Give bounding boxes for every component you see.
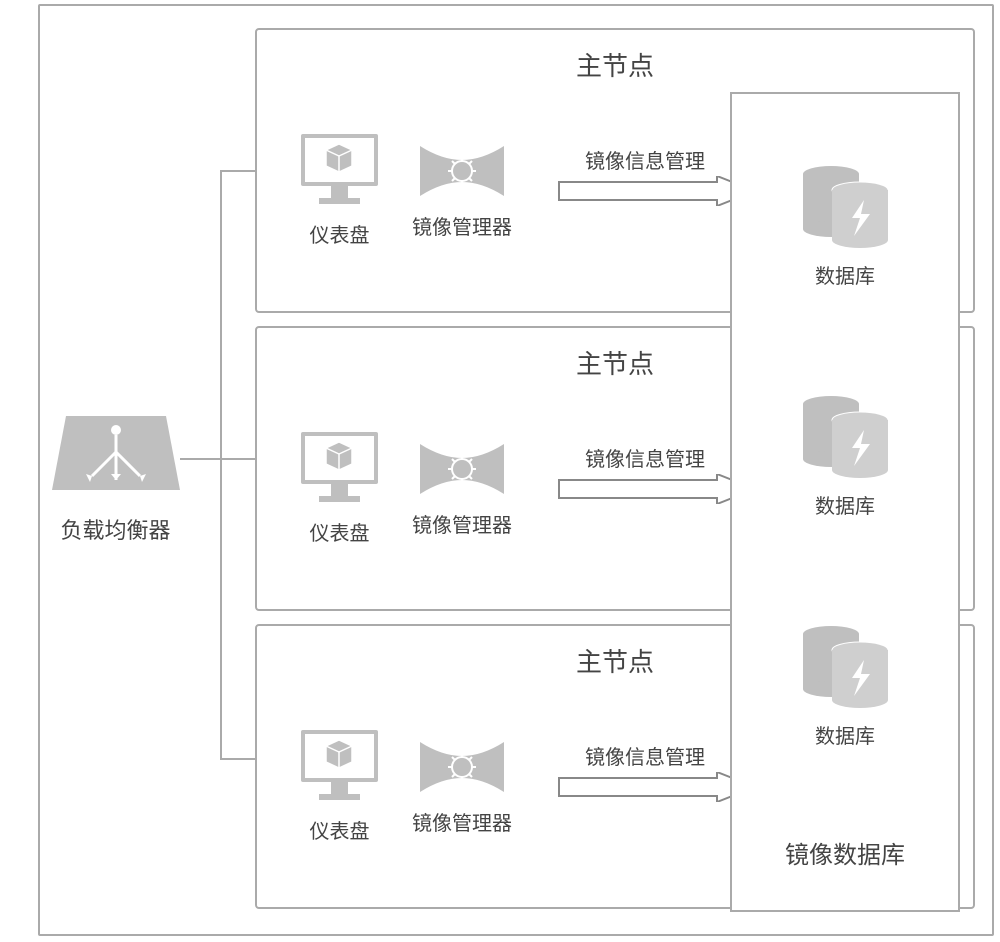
arrow-block: 镜像信息管理 — [557, 443, 757, 509]
database-icon — [798, 624, 893, 709]
load-balancer: 负载均衡器 — [38, 408, 193, 545]
arrow-icon — [557, 176, 757, 206]
node-title: 主节点 — [257, 46, 973, 83]
manager-icon — [412, 440, 512, 498]
database-icon — [798, 394, 893, 479]
monitor-icon — [297, 726, 382, 804]
database: 数据库 — [732, 394, 958, 519]
dashboard-label: 仪表盘 — [297, 219, 382, 248]
connector-line — [220, 458, 257, 460]
arrow-icon — [557, 474, 757, 504]
manager-label: 镜像管理器 — [412, 211, 512, 240]
connector-line — [220, 170, 222, 760]
arrow-label: 镜像信息管理 — [557, 741, 757, 770]
dashboard: 仪表盘 — [297, 130, 382, 248]
load-balancer-icon — [46, 408, 186, 498]
arrow-block: 镜像信息管理 — [557, 145, 757, 211]
arrow-block: 镜像信息管理 — [557, 741, 757, 807]
mirror-db-region-label: 镜像数据库 — [732, 835, 958, 870]
dashboard: 仪表盘 — [297, 726, 382, 844]
mirror-manager: 镜像管理器 — [412, 440, 512, 538]
database-label: 数据库 — [732, 490, 958, 519]
database: 数据库 — [732, 624, 958, 749]
monitor-icon — [297, 428, 382, 506]
mirror-manager: 镜像管理器 — [412, 738, 512, 836]
load-balancer-label: 负载均衡器 — [38, 513, 193, 545]
manager-label: 镜像管理器 — [412, 509, 512, 538]
arrow-label: 镜像信息管理 — [557, 443, 757, 472]
connector-line — [220, 758, 257, 760]
dashboard-label: 仪表盘 — [297, 815, 382, 844]
database-label: 数据库 — [732, 720, 958, 749]
dashboard-label: 仪表盘 — [297, 517, 382, 546]
arrow-label: 镜像信息管理 — [557, 145, 757, 174]
database-label: 数据库 — [732, 260, 958, 289]
connector-line — [220, 170, 257, 172]
dashboard: 仪表盘 — [297, 428, 382, 546]
manager-label: 镜像管理器 — [412, 807, 512, 836]
manager-icon — [412, 142, 512, 200]
monitor-icon — [297, 130, 382, 208]
mirror-manager: 镜像管理器 — [412, 142, 512, 240]
manager-icon — [412, 738, 512, 796]
database: 数据库 — [732, 164, 958, 289]
database-icon — [798, 164, 893, 249]
arrow-icon — [557, 772, 757, 802]
mirror-db-region: 数据库 数据库 数据库 镜像数据库 — [730, 92, 960, 912]
